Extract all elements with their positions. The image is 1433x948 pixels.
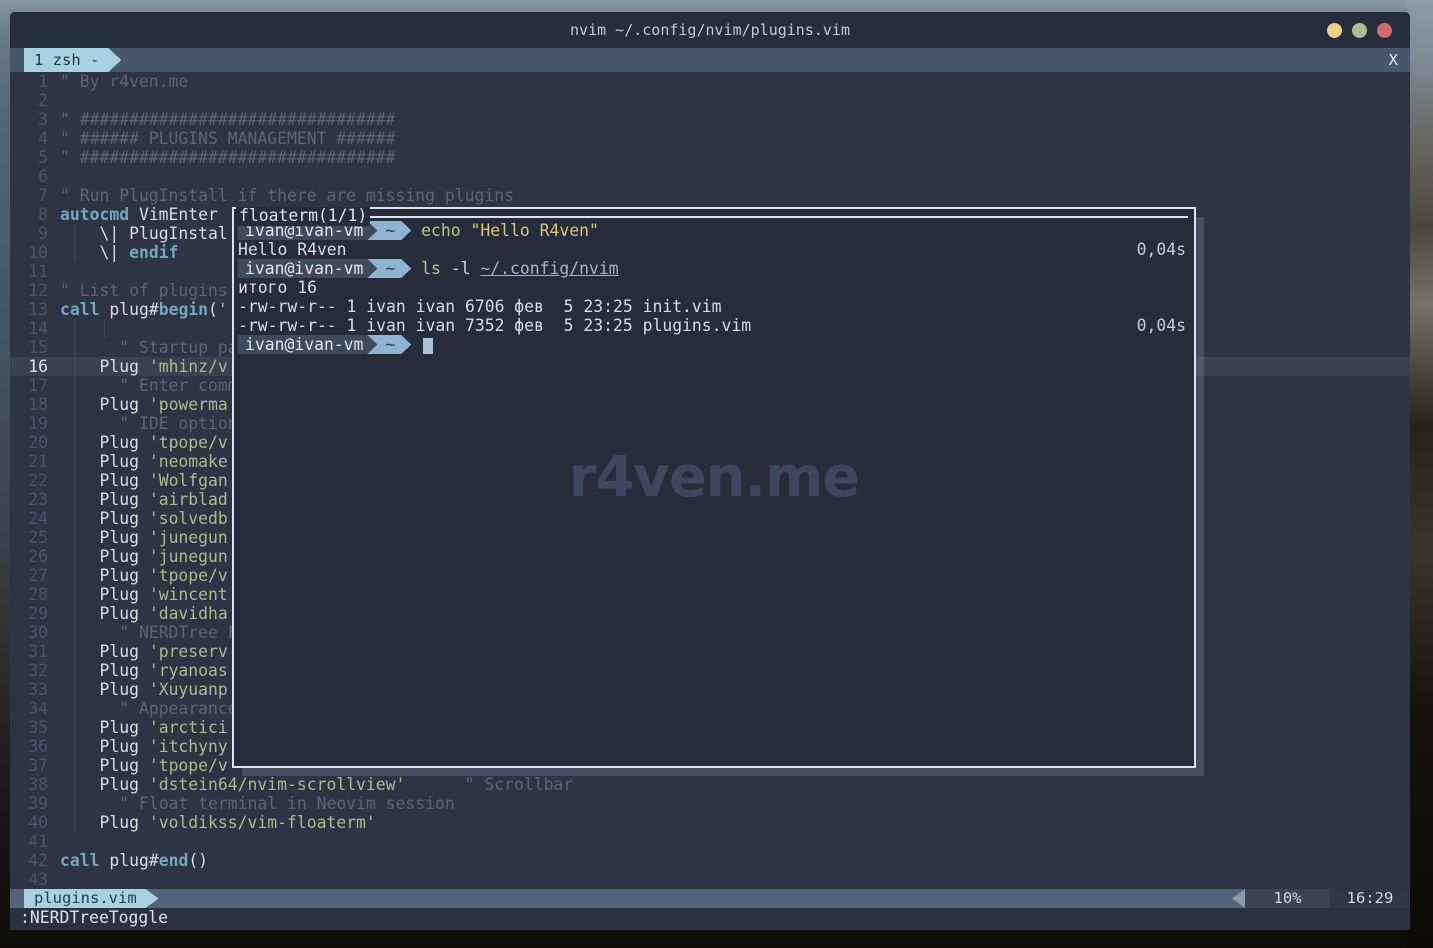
shell-output-row: Hello R4ven0,04s <box>238 240 1194 259</box>
tab-label: 1 zsh - <box>34 51 99 69</box>
buffer-line: 1" By r4ven.me <box>10 72 1410 91</box>
line-number: 21 <box>10 452 48 471</box>
floaterm-window[interactable]: floaterm(1/1) r4ven.me ivan@ivan-vm~ ech… <box>232 207 1196 768</box>
titlebar-buttons <box>1327 23 1392 38</box>
vim-cmdline[interactable]: :NERDTreeToggle <box>10 908 1410 927</box>
line-number: 18 <box>10 395 48 414</box>
shell-prompt-row: ivan@ivan-vm~ echo "Hello R4ven" <box>238 221 1194 240</box>
window-title: nvim ~/.config/nvim/plugins.vim <box>10 12 1410 48</box>
titlebar[interactable]: nvim ~/.config/nvim/plugins.vim <box>10 12 1410 48</box>
line-number: 32 <box>10 661 48 680</box>
line-number: 5 <box>10 148 48 167</box>
shell-prompt-row: ivan@ivan-vm~ ls -l ~/.config/nvim <box>238 259 1194 278</box>
tab-close-button[interactable]: X <box>1389 48 1398 72</box>
line-number: 31 <box>10 642 48 661</box>
line-number: 7 <box>10 186 48 205</box>
buffer-line: 4" ###### PLUGINS MANAGEMENT ###### <box>10 129 1410 148</box>
line-number: 9 <box>10 224 48 243</box>
line-number: 22 <box>10 471 48 490</box>
line-number: 29 <box>10 604 48 623</box>
line-number: 19 <box>10 414 48 433</box>
line-number: 2 <box>10 91 48 110</box>
line-number: 38 <box>10 775 48 794</box>
terminal-window: nvim ~/.config/nvim/plugins.vim 1 zsh - … <box>10 12 1410 930</box>
command-duration: 0,04s <box>1137 316 1186 335</box>
line-number: 6 <box>10 167 48 186</box>
buffer-line: 2 <box>10 91 1410 110</box>
line-number: 23 <box>10 490 48 509</box>
line-number: 10 <box>10 243 48 262</box>
watermark: r4ven.me <box>569 445 860 510</box>
buffer-line: 42call plug#end() <box>10 851 1410 870</box>
shell-output-row: -rw-rw-r-- 1 ivan ivan 6706 фев 5 23:25 … <box>238 297 1194 316</box>
line-number: 35 <box>10 718 48 737</box>
buffer-line: 6 <box>10 167 1410 186</box>
floaterm-border-line <box>318 216 1188 218</box>
desktop-wallpaper-tree <box>1407 0 1433 948</box>
close-button[interactable] <box>1377 23 1392 38</box>
line-number: 12 <box>10 281 48 300</box>
buffer-line: 7" Run PlugInstall if there are missing … <box>10 186 1410 205</box>
prompt-user-segment: ivan@ivan-vm <box>238 335 377 354</box>
line-number: 3 <box>10 110 48 129</box>
line-number: 41 <box>10 832 48 851</box>
line-number: 34 <box>10 699 48 718</box>
buffer-line: 41 <box>10 832 1410 851</box>
buffer-line: 40 │ Plug 'voldikss/vim-floaterm' <box>10 813 1410 832</box>
line-number: 11 <box>10 262 48 281</box>
statusline-scroll-percent: 10% <box>1245 889 1330 908</box>
line-number: 27 <box>10 566 48 585</box>
line-number: 4 <box>10 129 48 148</box>
line-number: 25 <box>10 528 48 547</box>
line-number: 20 <box>10 433 48 452</box>
statusline-separator-icon <box>1232 889 1245 908</box>
shell-prompt-row: ivan@ivan-vm~ <box>238 335 1194 354</box>
prompt-user-segment: ivan@ivan-vm <box>238 259 377 278</box>
buffer-line: 39 │ " Float terminal in Neovim session <box>10 794 1410 813</box>
vim-statusline: plugins.vim 10% 16:29 <box>10 889 1410 908</box>
line-number: 24 <box>10 509 48 528</box>
line-number: 15 <box>10 338 48 357</box>
buffer-line: 38 │ Plug 'dstein64/nvim-scrollview' " S… <box>10 775 1410 794</box>
tab-zsh[interactable]: 1 zsh - <box>24 48 121 72</box>
line-number: 1 <box>10 72 48 91</box>
statusline-spacer <box>159 889 1232 908</box>
buffer-line: 3" ################################ <box>10 110 1410 129</box>
line-number: 13 <box>10 300 48 319</box>
line-number: 42 <box>10 851 48 870</box>
terminal-cursor <box>423 338 433 354</box>
line-number: 30 <box>10 623 48 642</box>
line-number: 26 <box>10 547 48 566</box>
maximize-button[interactable] <box>1352 23 1367 38</box>
statusline-clock: 16:29 <box>1330 889 1410 908</box>
line-number: 40 <box>10 813 48 832</box>
line-number: 8 <box>10 205 48 224</box>
line-number: 14 <box>10 319 48 338</box>
line-number: 43 <box>10 870 48 889</box>
line-number: 33 <box>10 680 48 699</box>
line-number: 17 <box>10 376 48 395</box>
floaterm-title: floaterm(1/1) <box>236 207 370 226</box>
buffer-line: 43 <box>10 870 1410 889</box>
buffer-line: 5" ################################ <box>10 148 1410 167</box>
line-number: 39 <box>10 794 48 813</box>
shell-output-row: итого 16 <box>238 278 1194 297</box>
line-number: 16 <box>10 357 48 376</box>
line-number: 28 <box>10 585 48 604</box>
minimize-button[interactable] <box>1327 23 1342 38</box>
command-duration: 0,04s <box>1137 240 1186 259</box>
floaterm-output: ivan@ivan-vm~ echo "Hello R4ven"Hello R4… <box>234 209 1194 354</box>
statusline-filename: plugins.vim <box>24 889 159 908</box>
line-number: 37 <box>10 756 48 775</box>
tabbar: 1 zsh - X <box>10 48 1410 72</box>
line-number: 36 <box>10 737 48 756</box>
shell-output-row: -rw-rw-r-- 1 ivan ivan 7352 фев 5 23:25 … <box>238 316 1194 335</box>
